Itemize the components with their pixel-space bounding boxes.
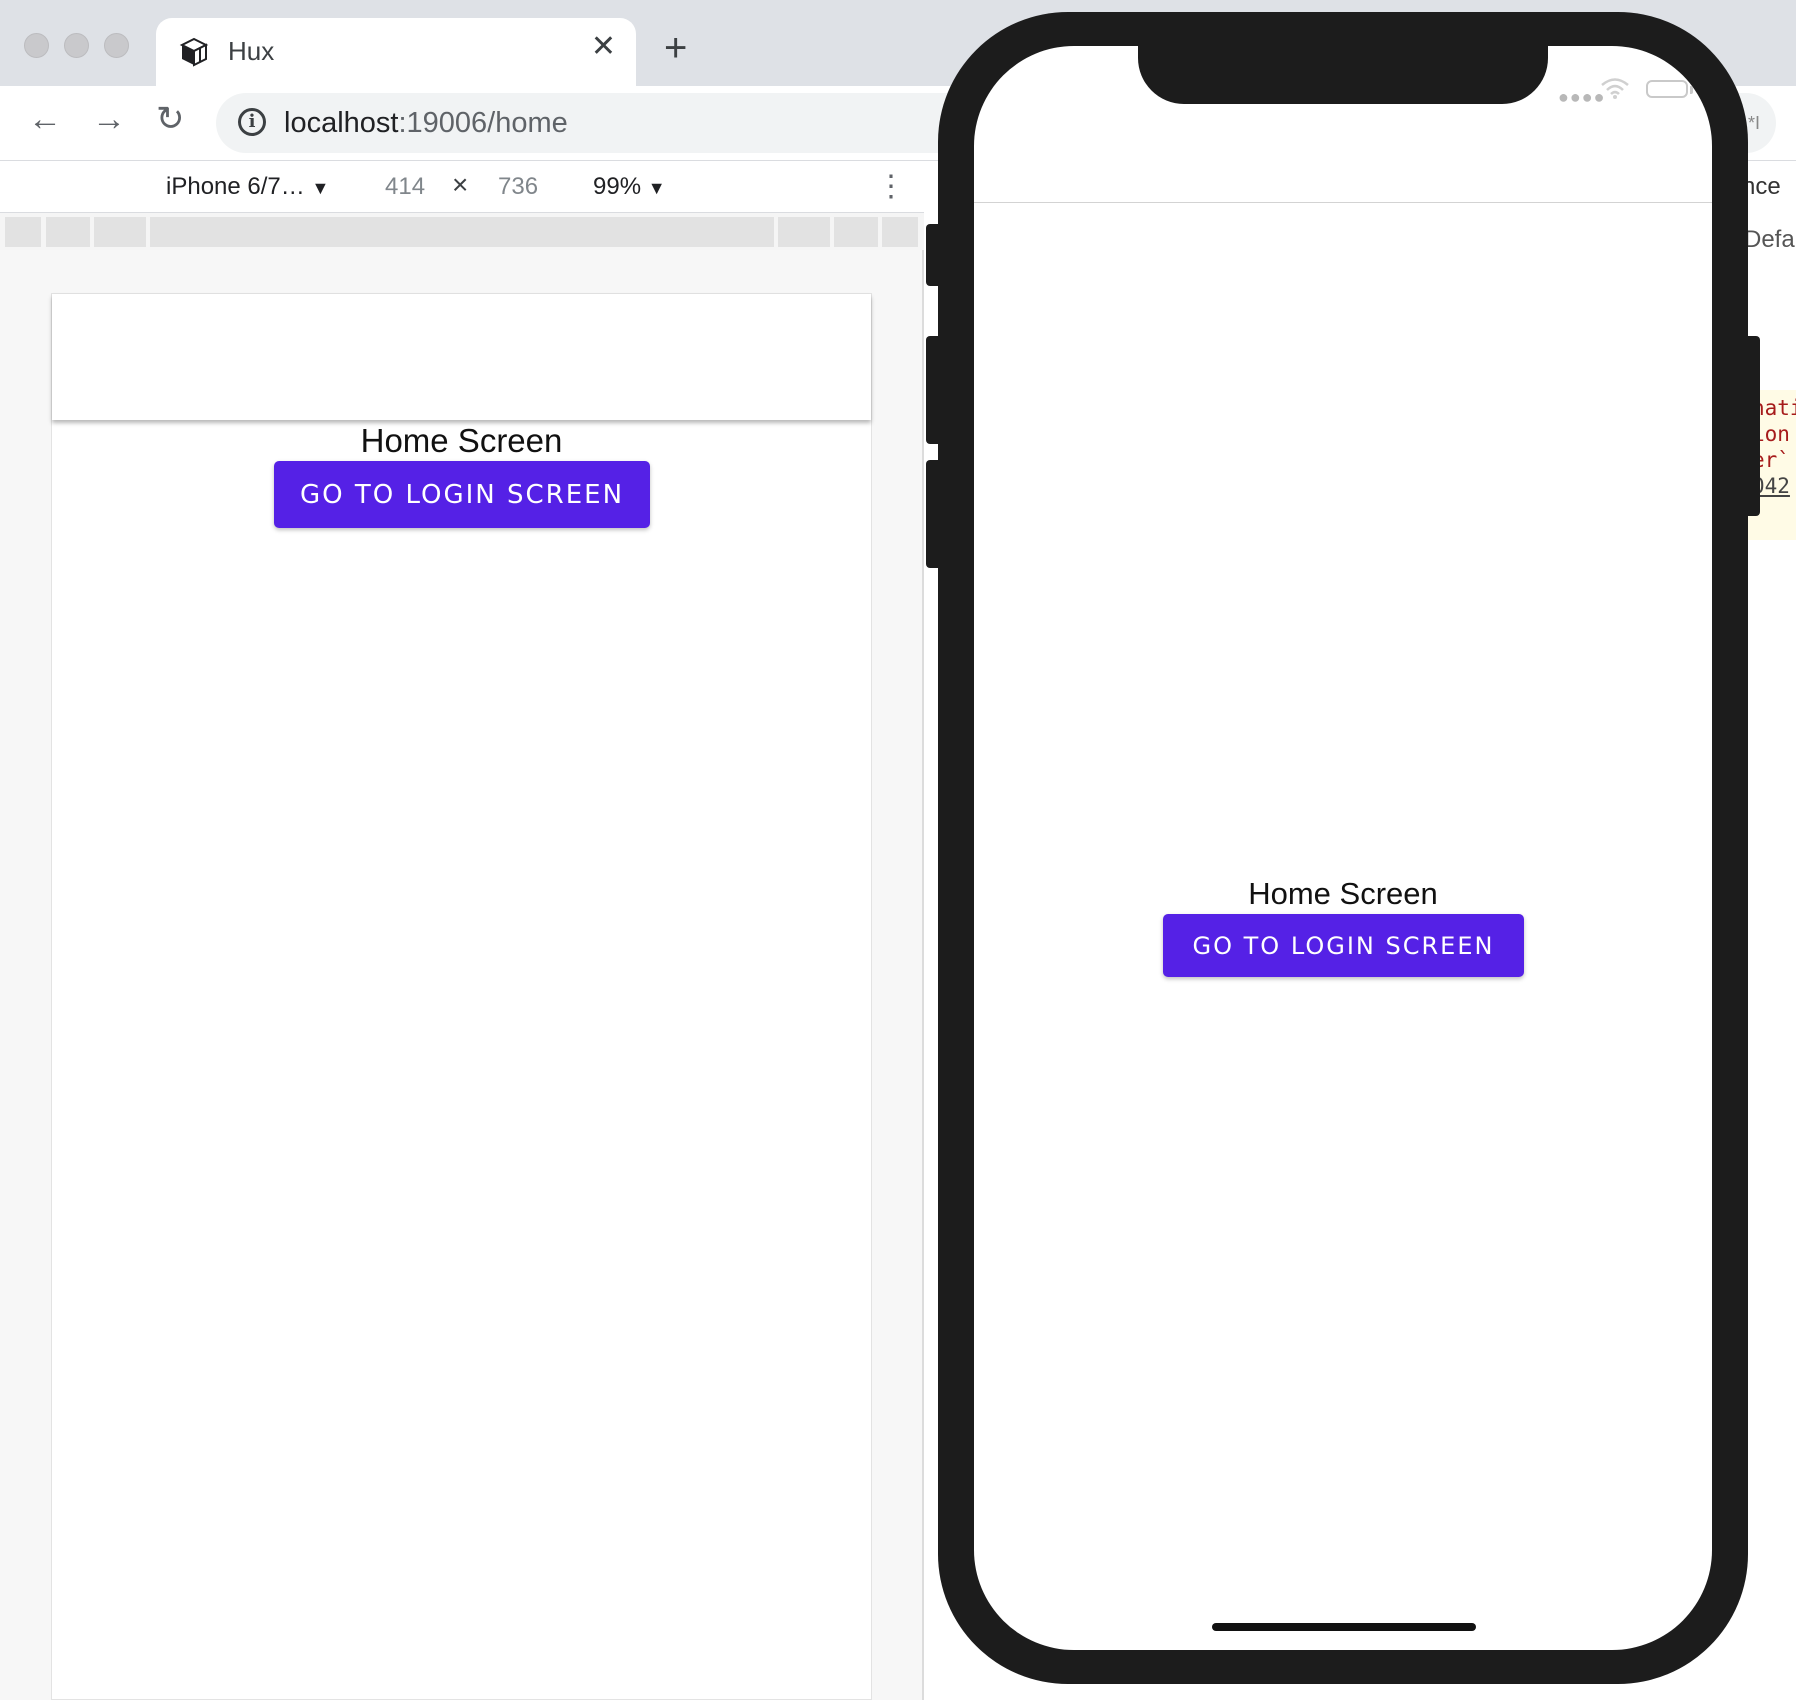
device-select[interactable]: iPhone 6/7… ▼ bbox=[166, 173, 329, 201]
app-header bbox=[52, 294, 871, 420]
cellular-signal-icon: ●●●● bbox=[1558, 87, 1606, 107]
new-tab-button[interactable]: + bbox=[664, 28, 687, 68]
devtools-row: Defau bbox=[1744, 226, 1796, 253]
cube-icon bbox=[179, 37, 209, 67]
wifi-icon bbox=[1601, 78, 1629, 99]
close-window-button[interactable] bbox=[24, 33, 49, 58]
notch bbox=[1138, 46, 1548, 104]
back-icon[interactable]: ← bbox=[28, 102, 62, 136]
device-name: iPhone 6/7… bbox=[166, 173, 305, 200]
zoom-select[interactable]: 99% ▼ bbox=[593, 173, 666, 201]
minimize-window-button[interactable] bbox=[64, 33, 89, 58]
zoom-value: 99% bbox=[593, 173, 642, 200]
battery-icon bbox=[1646, 80, 1688, 98]
iphone-simulator: ●●●● Home Screen GO TO LOGIN SCREEN bbox=[938, 12, 1748, 1684]
close-tab-icon[interactable]: ✕ bbox=[591, 32, 616, 62]
chevron-down-icon: ▼ bbox=[311, 178, 330, 198]
height-input[interactable]: 736 bbox=[498, 173, 538, 201]
go-to-login-button[interactable]: GO TO LOGIN SCREEN bbox=[1163, 914, 1524, 977]
go-to-login-button[interactable]: GO TO LOGIN SCREEN bbox=[274, 461, 650, 528]
tab-title: Hux bbox=[228, 36, 275, 66]
url-host: localhost bbox=[284, 107, 399, 139]
screen-title: Home Screen bbox=[1248, 876, 1438, 911]
chevron-down-icon: ▼ bbox=[647, 178, 666, 198]
device-toolbar: iPhone 6/7… ▼ 414 × 736 99% ▼ ⋮ bbox=[0, 161, 924, 213]
app-header-divider bbox=[974, 202, 1712, 203]
more-options-icon[interactable]: ⋮ bbox=[876, 169, 906, 204]
screen-title: Home Screen bbox=[360, 422, 563, 459]
dimension-separator: × bbox=[452, 169, 469, 200]
forward-icon[interactable]: → bbox=[92, 102, 126, 136]
home-indicator[interactable] bbox=[1212, 1623, 1476, 1631]
reload-icon[interactable]: ↻ bbox=[156, 102, 185, 136]
emulated-viewport: Home Screen GO TO LOGIN SCREEN bbox=[51, 293, 872, 1700]
battery-cap bbox=[1690, 86, 1693, 94]
info-icon[interactable]: i bbox=[238, 108, 266, 136]
media-query-bar[interactable] bbox=[0, 213, 924, 250]
url-path: :19006/home bbox=[398, 107, 568, 139]
phone-screen: ●●●● Home Screen GO TO LOGIN SCREEN bbox=[974, 46, 1712, 1650]
width-input[interactable]: 414 bbox=[385, 173, 425, 201]
devtools-top-text: *I bbox=[1748, 113, 1761, 133]
zoom-window-button[interactable] bbox=[104, 33, 129, 58]
url-text[interactable]: localhost:19006/home bbox=[284, 107, 568, 140]
browser-tab-hux[interactable]: Hux ✕ bbox=[156, 18, 636, 86]
